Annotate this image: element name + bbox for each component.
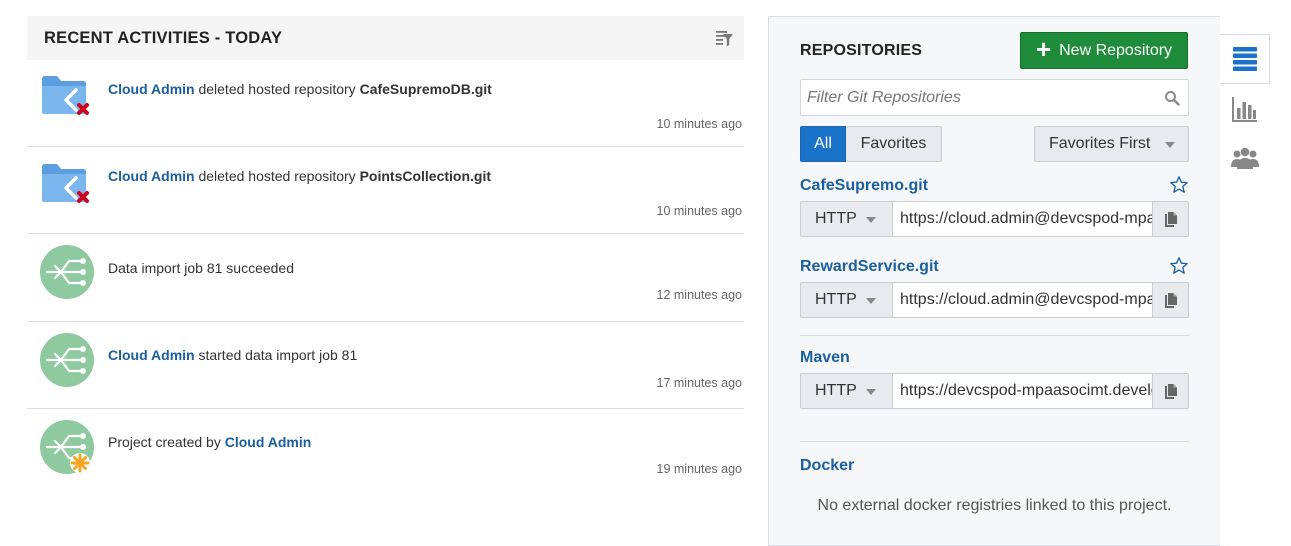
activity-description: Data import job 81 succeeded: [108, 260, 294, 276]
activity-description: Cloud Admin started data import job 81: [108, 347, 357, 363]
divider: [800, 441, 1189, 442]
activity-timestamp: 17 minutes ago: [656, 376, 742, 390]
repository-name: CafeSupremoDB.git: [359, 81, 492, 97]
team-icon: [1231, 147, 1259, 169]
user-link[interactable]: Cloud Admin: [108, 347, 195, 363]
activity-description: Cloud Admin deleted hosted repository Po…: [108, 168, 491, 184]
sort-select[interactable]: Favorites First: [1034, 126, 1189, 162]
project-created-icon: [39, 419, 95, 475]
filter-repositories-input[interactable]: [801, 88, 1164, 107]
search-icon[interactable]: [1164, 90, 1180, 106]
plus-icon: +: [1035, 34, 1052, 64]
repository-name: PointsCollection.git: [359, 168, 492, 184]
data-import-icon: [39, 244, 95, 300]
chevron-down-icon: [866, 298, 876, 304]
activity-timestamp: 12 minutes ago: [656, 288, 742, 302]
activity-item: Project created by Cloud Admin 19 minutes…: [27, 409, 744, 496]
activity-list: Cloud Admin deleted hosted repository Ca…: [27, 60, 744, 496]
maven-url-row: HTTP: [800, 373, 1189, 409]
divider: [800, 335, 1189, 336]
activity-item: Cloud Admin deleted hosted repository Ca…: [27, 60, 744, 147]
repository-name-link[interactable]: RewardService.git: [800, 258, 939, 276]
activity-description: Project created by Cloud Admin: [108, 434, 311, 450]
new-repository-label: New Repository: [1059, 41, 1173, 59]
activity-item: Data import job 81 succeeded 12 minutes a…: [27, 234, 744, 322]
clone-url-field[interactable]: [893, 201, 1152, 237]
folder-deleted-icon: [39, 69, 95, 125]
activity-timestamp: 10 minutes ago: [656, 117, 742, 131]
repositories-panel: REPOSITORIES + New Repository All Favori…: [768, 16, 1220, 546]
copy-url-button[interactable]: [1152, 201, 1189, 237]
tab-all[interactable]: All: [800, 126, 846, 162]
protocol-select[interactable]: HTTP: [800, 373, 893, 409]
list-icon: [1232, 47, 1257, 71]
activity-timestamp: 10 minutes ago: [656, 204, 742, 218]
chevron-down-icon: [1165, 142, 1175, 148]
copy-icon: [1164, 292, 1177, 308]
activity-text: deleted hosted repository: [194, 81, 360, 97]
repository-name-link[interactable]: CafeSupremo.git: [800, 177, 928, 195]
activity-description: Cloud Admin deleted hosted repository Ca…: [108, 81, 492, 97]
activity-item: Cloud Admin started data import job 81 17…: [27, 322, 744, 409]
bar-chart-icon: [1232, 97, 1257, 122]
protocol-value: HTTP: [815, 210, 857, 227]
new-repository-button[interactable]: + New Repository: [1020, 32, 1188, 69]
activity-text: deleted hosted repository: [194, 168, 360, 184]
repositories-title: REPOSITORIES: [800, 42, 923, 59]
maven-url-field[interactable]: [893, 373, 1152, 409]
copy-url-button[interactable]: [1152, 282, 1189, 318]
sort-select-value: Favorites First: [1049, 135, 1151, 152]
copy-url-button[interactable]: [1152, 373, 1189, 409]
protocol-value: HTTP: [815, 382, 857, 399]
chevron-down-icon: [866, 389, 876, 395]
activity-item: Cloud Admin deleted hosted repository Po…: [27, 147, 744, 234]
protocol-select[interactable]: HTTP: [800, 282, 893, 318]
folder-deleted-icon: [39, 157, 95, 213]
user-link[interactable]: Cloud Admin: [108, 81, 195, 97]
copy-icon: [1164, 383, 1177, 399]
tab-statistics[interactable]: [1220, 84, 1270, 134]
docker-link[interactable]: Docker: [800, 457, 854, 475]
activities-header: RECENT ACTIVITIES - TODAY: [27, 16, 744, 60]
chevron-down-icon: [866, 217, 876, 223]
side-tabs: [1220, 34, 1270, 184]
tab-favorites[interactable]: Favorites: [846, 126, 942, 162]
star-icon[interactable]: [1169, 256, 1189, 276]
filter-repositories-field: [800, 79, 1189, 116]
clone-url-row: HTTP: [800, 282, 1189, 318]
activities-title: RECENT ACTIVITIES - TODAY: [44, 28, 283, 47]
filter-icon[interactable]: [714, 28, 734, 48]
activity-text: Project created by: [108, 434, 225, 450]
user-link[interactable]: Cloud Admin: [225, 434, 312, 450]
tab-team[interactable]: [1220, 134, 1270, 184]
repository-filter-tabs: All Favorites: [800, 126, 942, 162]
star-icon[interactable]: [1169, 175, 1189, 195]
copy-icon: [1164, 211, 1177, 227]
maven-name-link[interactable]: Maven: [800, 349, 850, 367]
clone-url-field[interactable]: [893, 282, 1152, 318]
tab-repositories[interactable]: [1220, 34, 1270, 84]
clone-url-row: HTTP: [800, 201, 1189, 237]
user-link[interactable]: Cloud Admin: [108, 168, 195, 184]
activity-text: started data import job 81: [194, 347, 358, 363]
activity-text: Data import job 81 succeeded: [108, 260, 294, 276]
protocol-value: HTTP: [815, 291, 857, 308]
docker-empty-message: No external docker registries linked to …: [817, 497, 1172, 514]
protocol-select[interactable]: HTTP: [800, 201, 893, 237]
data-import-icon: [39, 332, 95, 388]
recent-activities: RECENT ACTIVITIES - TODAY Cloud Admin de…: [27, 16, 744, 496]
activity-timestamp: 19 minutes ago: [656, 462, 742, 476]
